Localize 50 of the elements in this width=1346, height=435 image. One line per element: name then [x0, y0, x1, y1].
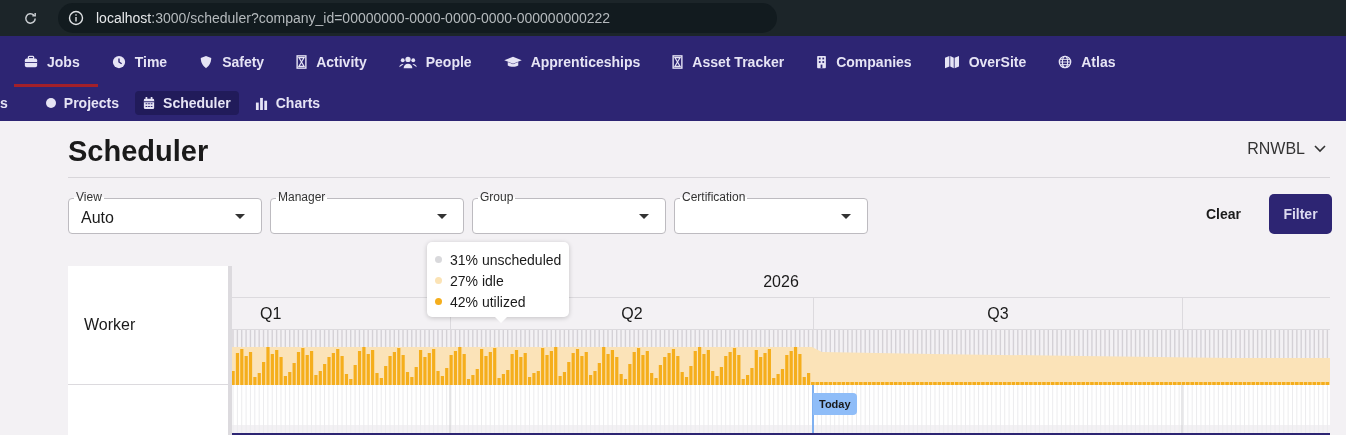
map-icon: [943, 55, 960, 69]
nav-tab[interactable]: Safety: [189, 37, 283, 87]
calendar-icon: [143, 96, 156, 110]
briefcase-icon: [24, 55, 38, 69]
shield-icon: [199, 55, 214, 69]
reload-icon[interactable]: [23, 10, 38, 26]
hourglass-icon: [296, 55, 308, 69]
nav-tab[interactable]: Activity: [286, 37, 385, 87]
sub-tab[interactable]: Projects: [37, 91, 128, 115]
filter-button[interactable]: Filter: [1269, 194, 1332, 234]
address-bar[interactable]: localhost:3000/scheduler?company_id=00000000-0000-0000-0000-000000000222: [58, 3, 777, 33]
sub-tab[interactable]: Charts: [246, 91, 329, 115]
caret-icon: [235, 213, 245, 219]
legend-text: 27% idle: [450, 272, 504, 289]
caret-icon: [437, 213, 447, 219]
people-icon: [398, 55, 417, 69]
nav-tab[interactable]: Companies: [806, 37, 930, 87]
bar-chart-icon: [254, 96, 268, 110]
nav-tab[interactable]: Apprenticeships: [493, 37, 659, 87]
sub-tab[interactable]: Scheduler: [135, 91, 239, 115]
clear-button[interactable]: Clear: [1195, 198, 1251, 230]
nav-tab[interactable]: Asset Tracker: [662, 37, 803, 87]
sub-tab[interactable]: s: [0, 91, 8, 115]
nav-tab[interactable]: People: [388, 37, 490, 87]
url-text: localhost:3000/scheduler?company_id=00000000-0000-0000-0000-000000000222: [96, 10, 611, 26]
hourglass-icon: [672, 55, 684, 69]
graduation-cap-icon: [503, 55, 522, 69]
caret-icon: [639, 213, 649, 219]
dot-icon: [45, 98, 56, 108]
info-icon: [68, 10, 84, 26]
quarter-header: Q1: [259, 303, 283, 324]
company-dropdown[interactable]: RNWBL: [1247, 136, 1326, 162]
chevron-down-icon: [1314, 145, 1326, 153]
field-label: Certification: [680, 190, 748, 204]
field-label: Manager: [276, 190, 328, 204]
building-icon: [816, 55, 828, 69]
nav-tab[interactable]: Time: [101, 37, 186, 87]
clock-icon: [111, 55, 126, 69]
field-label: View: [74, 190, 104, 204]
row-header: Worker: [68, 266, 228, 385]
globe-icon: [1058, 55, 1073, 69]
field-label: Group: [478, 190, 516, 204]
quarter-header: Q3: [813, 298, 1182, 329]
nav-tab[interactable]: OverSite: [933, 37, 1045, 87]
legend-text: 31% unscheduled: [450, 251, 562, 268]
nav-tab[interactable]: Atlas: [1048, 37, 1134, 87]
caret-icon: [841, 213, 851, 219]
page-title: Scheduler: [68, 134, 209, 168]
nav-tab[interactable]: Jobs: [14, 37, 98, 87]
today-marker: Today: [813, 393, 857, 415]
